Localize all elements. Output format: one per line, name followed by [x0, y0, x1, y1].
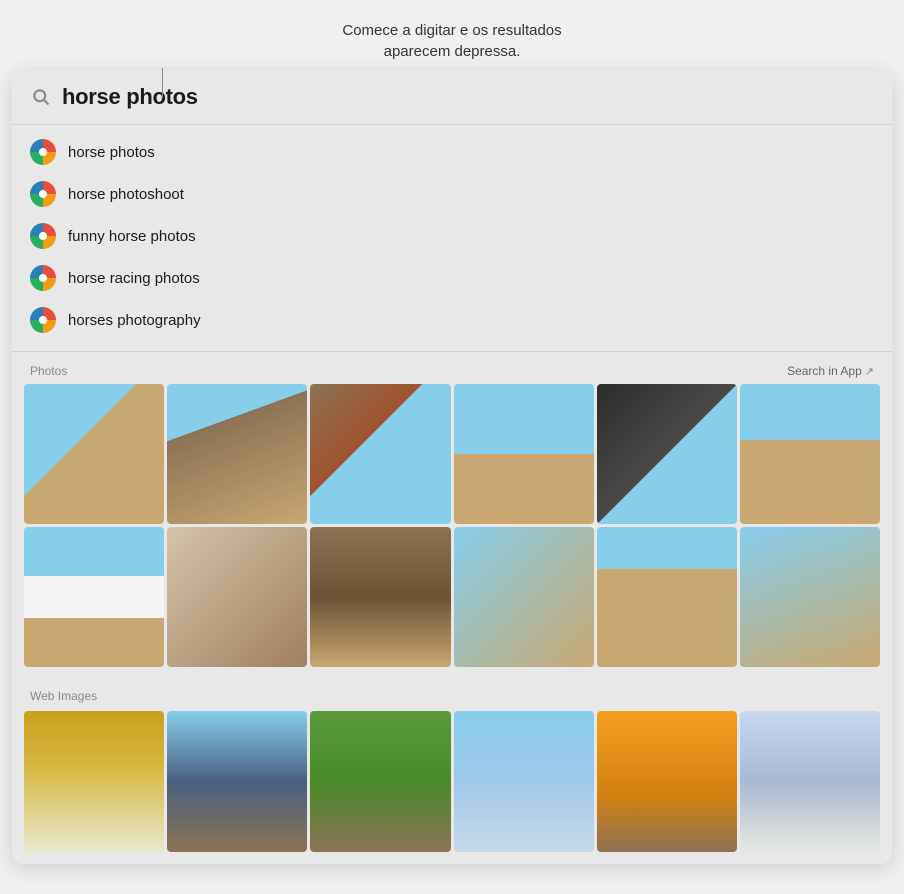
photo-cell-10[interactable]: [454, 527, 594, 667]
web-images-section: Web Images: [12, 679, 892, 863]
suggestion-text-2: horse photoshoot: [68, 186, 184, 203]
photos-label: Photos: [30, 364, 67, 378]
photo-cell-8[interactable]: [167, 527, 307, 667]
tooltip-container: Comece a digitar e os resultados aparece…: [12, 20, 892, 62]
search-in-app-arrow-icon: ︎↗: [865, 365, 874, 378]
photo-cell-7[interactable]: [24, 527, 164, 667]
web-image-4[interactable]: [454, 711, 594, 851]
tooltip-line1: Comece a digitar e os resultados: [342, 22, 561, 39]
safari-icon-3: [30, 223, 56, 249]
safari-icon-5: [30, 307, 56, 333]
search-panel: horse photos horse photos horse photosho…: [12, 70, 892, 864]
suggestion-item-4[interactable]: horse racing photos: [12, 257, 892, 299]
tooltip-line2: aparecem depressa.: [384, 43, 521, 60]
suggestion-item-2[interactable]: horse photoshoot: [12, 173, 892, 215]
suggestion-text-3: funny horse photos: [68, 228, 196, 245]
suggestion-text-4: horse racing photos: [68, 270, 200, 287]
tooltip-pointer-line: [162, 68, 163, 98]
web-image-5[interactable]: [597, 711, 737, 851]
photo-cell-12[interactable]: [740, 527, 880, 667]
search-icon: [30, 86, 52, 108]
search-query[interactable]: horse photos: [62, 84, 198, 110]
photo-cell-3[interactable]: [310, 384, 450, 524]
photo-cell-9[interactable]: [310, 527, 450, 667]
photo-cell-6[interactable]: [740, 384, 880, 524]
suggestion-item-3[interactable]: funny horse photos: [12, 215, 892, 257]
safari-icon-2: [30, 181, 56, 207]
suggestion-item-5[interactable]: horses photography: [12, 299, 892, 341]
divider-1: [12, 351, 892, 352]
web-image-2[interactable]: [167, 711, 307, 851]
safari-icon-4: [30, 265, 56, 291]
suggestions-list: horse photos horse photoshoot funny hors…: [12, 125, 892, 347]
photo-cell-2[interactable]: [167, 384, 307, 524]
search-in-app-button[interactable]: Search in App ︎↗: [787, 364, 874, 378]
search-bar: horse photos: [12, 70, 892, 125]
suggestion-text-1: horse photos: [68, 144, 155, 161]
web-images-grid: [24, 711, 880, 851]
photo-cell-5[interactable]: [597, 384, 737, 524]
photo-cell-1[interactable]: [24, 384, 164, 524]
photos-grid: [12, 384, 892, 679]
suggestion-text-5: horses photography: [68, 312, 201, 329]
web-images-label: Web Images: [30, 689, 97, 703]
web-images-header: Web Images: [24, 679, 880, 711]
web-image-3[interactable]: [310, 711, 450, 851]
suggestion-item-1[interactable]: horse photos: [12, 131, 892, 173]
safari-icon-1: [30, 139, 56, 165]
web-image-1[interactable]: [24, 711, 164, 851]
photo-cell-4[interactable]: [454, 384, 594, 524]
web-image-6[interactable]: [740, 711, 880, 851]
photos-section-header: Photos Search in App ︎↗: [12, 356, 892, 384]
search-in-app-text: Search in App: [787, 364, 862, 378]
magnify-svg: [31, 87, 51, 107]
photo-cell-11[interactable]: [597, 527, 737, 667]
tooltip-text: Comece a digitar e os resultados aparece…: [342, 20, 561, 62]
